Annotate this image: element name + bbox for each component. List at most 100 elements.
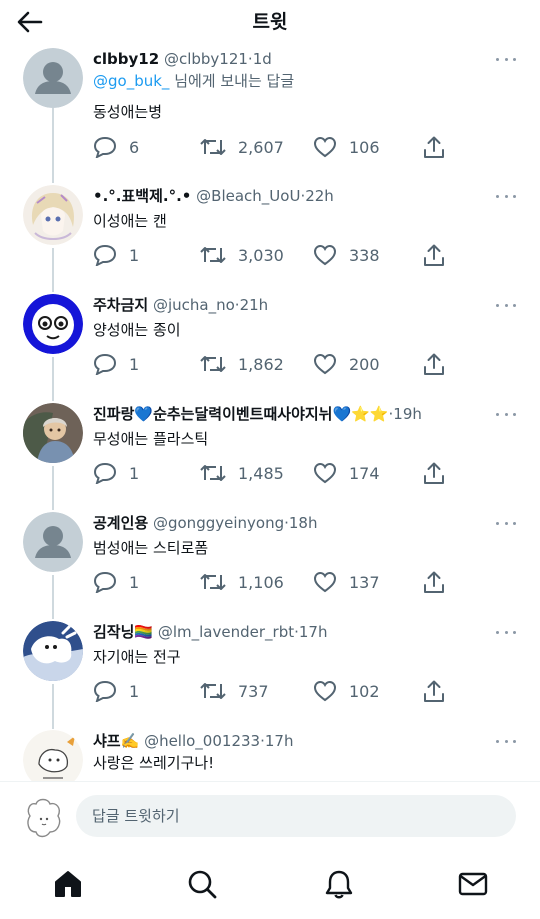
heart-icon — [313, 462, 337, 484]
timestamp[interactable]: 19h — [393, 405, 422, 423]
display-name[interactable]: 김작닝🏳️‍🌈 — [93, 623, 153, 641]
messages-icon — [458, 872, 488, 896]
retweet-count: 2,607 — [238, 137, 284, 157]
tweet[interactable]: 주차금지 @jucha_no·21h 양성애는 종이 1 1,862 200 — [0, 294, 540, 402]
reply-button[interactable]: 1 — [93, 242, 139, 268]
share-button[interactable] — [423, 678, 445, 704]
user-handle[interactable]: @jucha_no — [153, 296, 235, 314]
retweet-button[interactable]: 737 — [200, 678, 269, 704]
reply-input[interactable]: 답글 트윗하기 — [76, 795, 516, 837]
avatar[interactable] — [23, 294, 83, 354]
user-handle[interactable]: @hello_001233 — [144, 732, 260, 750]
like-button[interactable]: 174 — [313, 460, 380, 486]
retweet-count: 1,485 — [238, 463, 284, 483]
tweet[interactable]: clbby12 @clbby121·1d @go_buk_ 님에게 보내는 답글… — [0, 48, 540, 166]
retweet-icon — [200, 139, 226, 155]
user-handle[interactable]: @clbby121 — [164, 50, 248, 68]
reply-icon — [93, 244, 117, 266]
more-options-button[interactable] — [496, 52, 516, 66]
more-options-button[interactable] — [496, 189, 516, 203]
more-options-button[interactable] — [496, 407, 516, 421]
like-count: 106 — [349, 137, 380, 157]
like-button[interactable]: 102 — [313, 678, 380, 704]
like-button[interactable]: 200 — [313, 351, 380, 377]
retweet-icon — [200, 574, 226, 590]
avatar[interactable] — [23, 48, 83, 108]
user-handle[interactable]: @Bleach_UoU — [196, 187, 300, 205]
share-icon — [424, 462, 444, 484]
tweet[interactable]: •.°.표백제.°.• @Bleach_UoU·22h 이성애는 캔 1 3,0… — [0, 185, 540, 293]
display-name[interactable]: •.°.표백제.°.• — [93, 187, 191, 205]
display-name[interactable]: 공계인용 — [93, 514, 148, 532]
share-icon — [424, 353, 444, 375]
avatar[interactable] — [23, 512, 83, 572]
mention-link[interactable]: @go_buk_ — [93, 72, 169, 90]
tab-notifications[interactable] — [322, 867, 356, 901]
like-button[interactable]: 338 — [313, 242, 380, 268]
reply-icon — [93, 680, 117, 702]
like-button[interactable]: 137 — [313, 569, 380, 595]
like-button[interactable]: 106 — [313, 134, 380, 160]
tweet-header: 주차금지 @jucha_no·21h — [93, 294, 500, 316]
tweet[interactable]: 진파랑💙순추는달력이벤트때사야지뉘💙⭐⭐·19h 무성애는 플라스틱 1 1,4… — [0, 403, 540, 511]
tweet-text: 이성애는 캔 — [93, 212, 167, 230]
avatar[interactable] — [23, 730, 83, 781]
retweet-button[interactable]: 1,485 — [200, 460, 284, 486]
timestamp[interactable]: 22h — [305, 187, 334, 205]
tab-search[interactable] — [185, 867, 219, 901]
retweet-button[interactable]: 3,030 — [200, 242, 284, 268]
avatar[interactable] — [23, 621, 83, 681]
tab-messages[interactable] — [456, 867, 490, 901]
reply-button[interactable]: 1 — [93, 460, 139, 486]
tweet-actions: 1 1,106 137 — [93, 569, 516, 595]
tweet-text: 자기애는 전구 — [93, 648, 181, 666]
retweet-button[interactable]: 1,106 — [200, 569, 284, 595]
share-button[interactable] — [423, 134, 445, 160]
reply-button[interactable]: 1 — [93, 351, 139, 377]
more-options-button[interactable] — [496, 516, 516, 530]
tweet-actions: 1 1,485 174 — [93, 460, 516, 486]
tweet-header: •.°.표백제.°.• @Bleach_UoU·22h — [93, 185, 500, 207]
tweet-actions: 6 2,607 106 — [93, 134, 516, 160]
retweet-button[interactable]: 1,862 — [200, 351, 284, 377]
avatar[interactable] — [23, 403, 83, 463]
reply-icon — [93, 353, 117, 375]
white-creature-avatar-icon — [23, 621, 83, 681]
more-options-button[interactable] — [496, 734, 516, 748]
user-handle[interactable]: @gonggyeinyong — [153, 514, 284, 532]
anime-girl-avatar-icon — [23, 185, 83, 245]
share-button[interactable] — [423, 351, 445, 377]
share-button[interactable] — [423, 569, 445, 595]
tweet-header: 샤프✍️ @hello_001233·17h — [93, 730, 500, 752]
heart-icon — [313, 244, 337, 266]
more-options-button[interactable] — [496, 625, 516, 639]
reply-button[interactable]: 1 — [93, 569, 139, 595]
timestamp[interactable]: 17h — [265, 732, 294, 750]
tweet[interactable]: 샤프✍️ @hello_001233·17h 사랑은 쓰레기구나! — [0, 730, 540, 781]
user-handle[interactable]: @lm_lavender_rbt — [158, 623, 294, 641]
retweet-icon — [200, 683, 226, 699]
timestamp[interactable]: 21h — [240, 296, 269, 314]
tweet-actions: 1 737 102 — [93, 678, 516, 704]
avatar[interactable] — [23, 185, 83, 245]
timestamp[interactable]: 17h — [299, 623, 328, 641]
more-options-button[interactable] — [496, 298, 516, 312]
share-button[interactable] — [423, 242, 445, 268]
display-name[interactable]: clbby12 — [93, 50, 159, 68]
reply-button[interactable]: 6 — [93, 134, 139, 160]
like-count: 137 — [349, 572, 380, 592]
display-name[interactable]: 샤프✍️ — [93, 732, 139, 750]
reply-button[interactable]: 1 — [93, 678, 139, 704]
display-name[interactable]: 주차금지 — [93, 296, 148, 314]
avatar[interactable] — [22, 796, 66, 840]
tweet-text: 범성애는 스티로폼 — [93, 539, 209, 557]
share-icon — [424, 244, 444, 266]
share-button[interactable] — [423, 460, 445, 486]
timestamp[interactable]: 1d — [253, 50, 272, 68]
display-name[interactable]: 진파랑💙순추는달력이벤트때사야지뉘💙⭐⭐ — [93, 405, 389, 423]
retweet-button[interactable]: 2,607 — [200, 134, 284, 160]
tab-home[interactable] — [51, 867, 85, 901]
tweet[interactable]: 공계인용 @gonggyeinyong·18h 범성애는 스티로폼 1 1,10… — [0, 512, 540, 620]
timestamp[interactable]: 18h — [289, 514, 318, 532]
tweet[interactable]: 김작닝🏳️‍🌈 @lm_lavender_rbt·17h 자기애는 전구 1 7… — [0, 621, 540, 729]
